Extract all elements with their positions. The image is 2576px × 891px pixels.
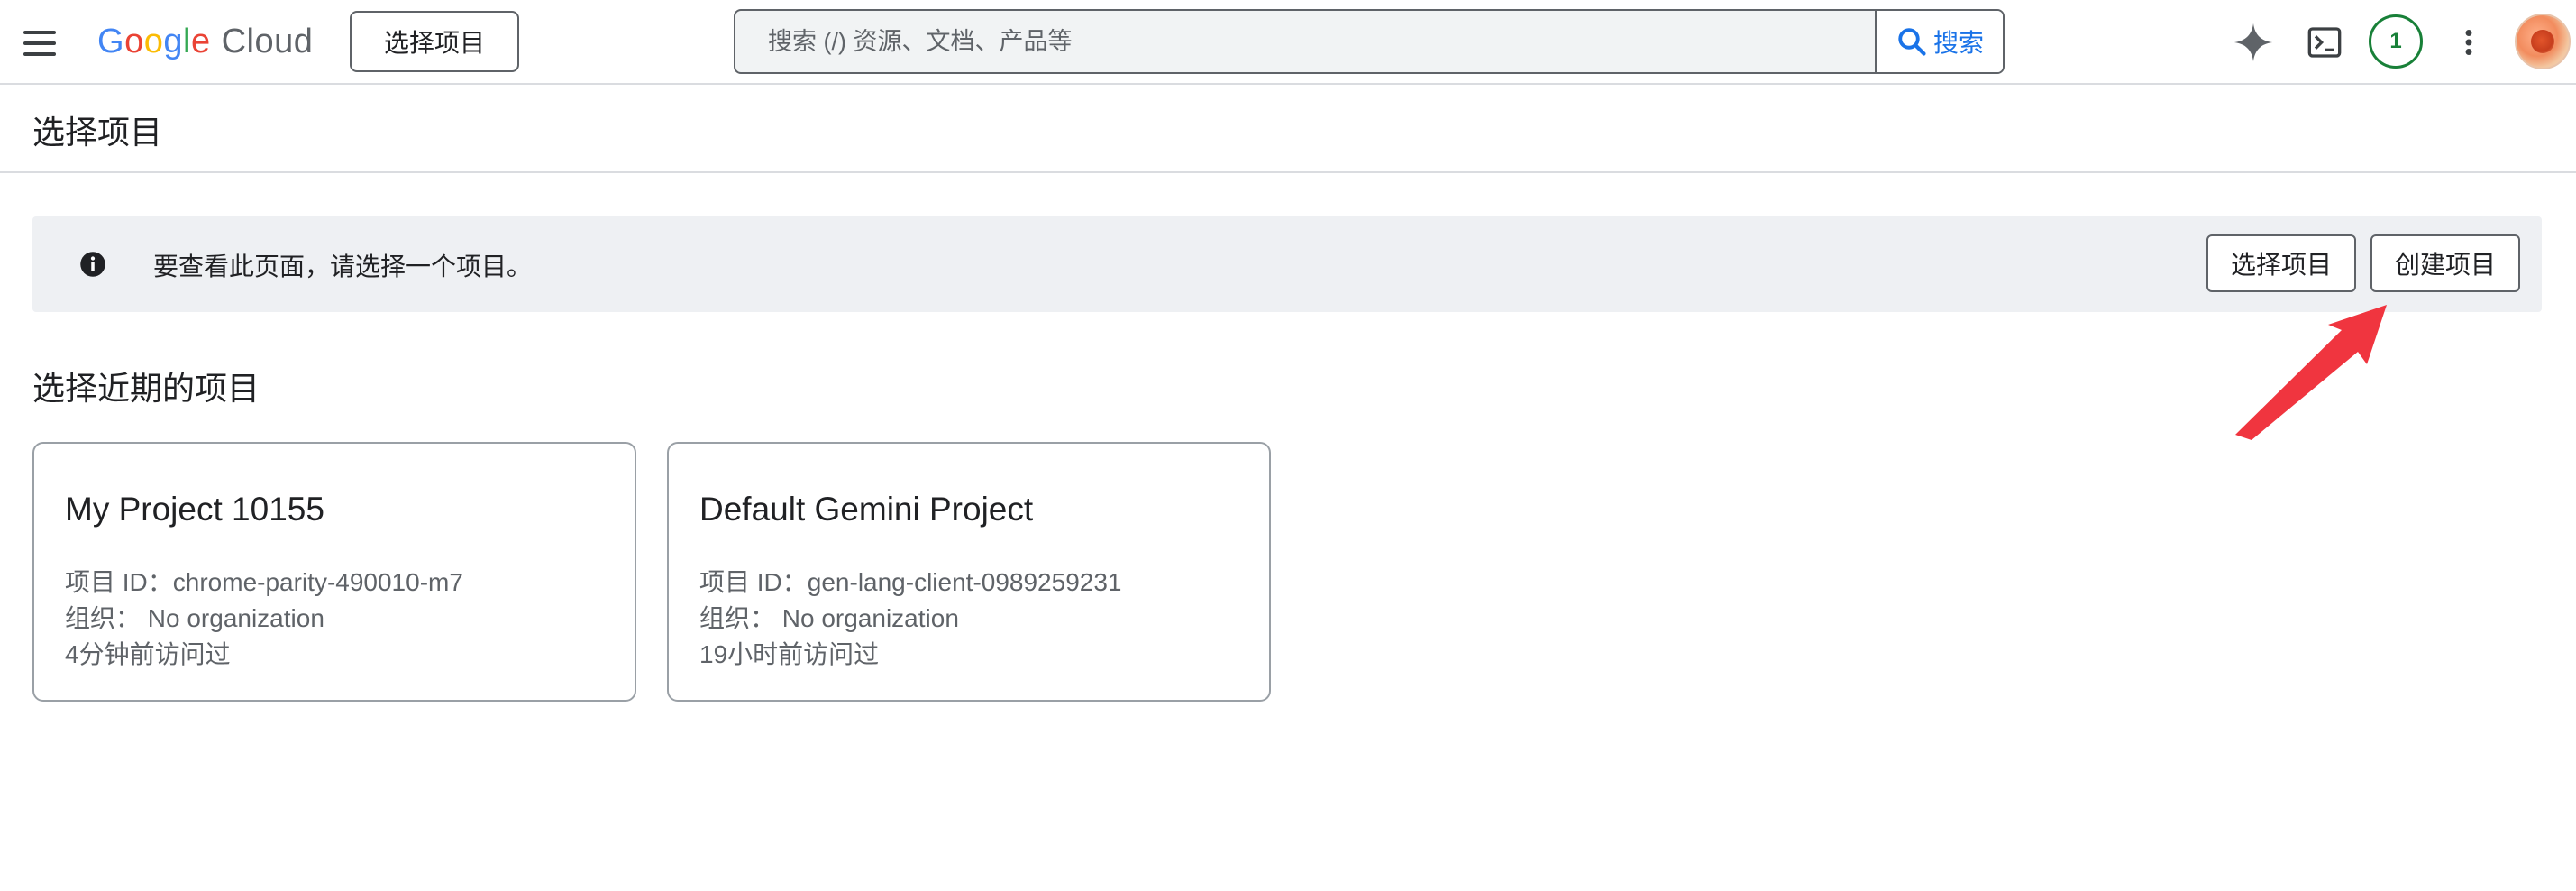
top-bar: Google Cloud 选择项目 搜索 1 xyxy=(0,0,2576,85)
project-id: 项目 ID：gen-lang-client-0989259231 xyxy=(699,568,1122,596)
project-card[interactable]: My Project 10155 项目 ID：chrome-parity-490… xyxy=(32,442,636,702)
create-project-button[interactable]: 创建项目 xyxy=(2370,234,2520,292)
banner-message: 要查看此页面，请选择一个项目。 xyxy=(153,253,533,280)
info-icon xyxy=(80,252,105,277)
select-project-button[interactable]: 选择项目 xyxy=(2206,234,2356,292)
more-glyph xyxy=(2465,30,2472,55)
avatar[interactable] xyxy=(2515,14,2571,69)
google-wordmark: Google xyxy=(97,22,211,60)
project-card[interactable]: Default Gemini Project 项目 ID：gen-lang-cl… xyxy=(667,442,1271,702)
spark-glyph xyxy=(2233,23,2273,62)
search-bar: 搜索 xyxy=(734,9,2005,74)
gemini-spark-icon[interactable] xyxy=(2229,18,2278,67)
page-title: 选择项目 xyxy=(32,114,163,151)
recent-projects-heading: 选择近期的项目 xyxy=(32,370,260,407)
project-last-accessed: 4分钟前访问过 xyxy=(65,640,231,668)
project-last-accessed: 19小时前访问过 xyxy=(699,640,880,668)
divider xyxy=(0,171,2576,173)
project-name: My Project 10155 xyxy=(65,491,324,528)
search-icon xyxy=(1898,28,1926,56)
search-button-label: 搜索 xyxy=(1932,29,1984,57)
menu-line xyxy=(23,52,56,56)
more-vert-icon[interactable] xyxy=(2444,18,2493,67)
menu-line xyxy=(23,41,56,45)
info-banner: 要查看此页面，请选择一个项目。 选择项目 创建项目 xyxy=(32,216,2542,312)
cloud-wordmark: Cloud xyxy=(221,22,314,60)
project-organization: 组织： No organization xyxy=(65,604,324,632)
project-picker-button[interactable]: 选择项目 xyxy=(350,11,519,72)
terminal-icon[interactable] xyxy=(2300,18,2349,67)
project-organization: 组织： No organization xyxy=(699,604,959,632)
annotation-arrow xyxy=(2235,305,2387,440)
menu-line xyxy=(23,31,56,34)
search-input[interactable] xyxy=(735,11,1875,72)
terminal-glyph xyxy=(2307,27,2342,58)
project-name: Default Gemini Project xyxy=(699,491,1034,528)
search-button[interactable]: 搜索 xyxy=(1875,11,2003,72)
menu-icon[interactable] xyxy=(20,23,59,63)
notification-count-badge[interactable]: 1 xyxy=(2369,14,2423,69)
project-id: 项目 ID：chrome-parity-490010-m7 xyxy=(65,568,463,596)
google-cloud-logo[interactable]: Google Cloud xyxy=(97,18,313,65)
